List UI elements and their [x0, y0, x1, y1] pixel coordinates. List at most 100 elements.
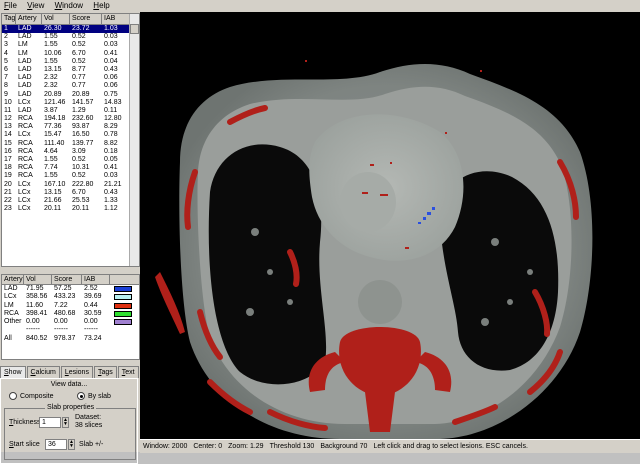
menu-file[interactable]: File [0, 0, 21, 12]
lesion-list[interactable]: Tag Artery Vol Score IAB 1 LAD 26.30 23.72 1… [1, 13, 140, 267]
tab-lesions[interactable]: Lesions [60, 366, 93, 378]
lesion-list-scrollbar[interactable] [129, 14, 139, 266]
lesion-tag: 16 [4, 147, 12, 155]
lesion-artery: RCA [18, 139, 33, 147]
lesion-row[interactable]: 22 LCx 21.66 25.53 1.33 [2, 197, 139, 205]
lesion-row[interactable]: 23 LCx 20.11 20.11 1.12 [2, 205, 139, 213]
total-score: 978.37 [54, 334, 76, 342]
lesion-row[interactable]: 12 RCA 194.18 232.60 12.80 [2, 115, 139, 123]
summary-iab: 0.00 [84, 318, 98, 326]
start-slice-label: Start slice [9, 441, 40, 448]
lesion-iab: 0.43 [104, 65, 118, 73]
by-slab-radio[interactable]: By slab [77, 392, 111, 400]
lesion-score: 0.52 [72, 156, 86, 163]
lesion-row[interactable]: 20 LCx 167.10 222.80 21.21 [2, 181, 139, 189]
start-slice-input[interactable]: 36 [45, 439, 67, 450]
lesion-row[interactable]: 16 RCA 4.64 3.09 0.18 [2, 148, 139, 156]
lesion-row[interactable]: 15 RCA 111.40 139.77 8.82 [2, 140, 139, 148]
thickness-input[interactable]: 1 [39, 417, 61, 428]
menu-view[interactable]: View [23, 0, 48, 12]
summary-header: Artery Vol Score IAB [2, 275, 139, 285]
sum-col-score: Score [52, 275, 82, 284]
lesion-score: 6.70 [72, 188, 86, 196]
composite-radio[interactable]: Composite [9, 392, 53, 400]
tab-calcium[interactable]: Calcium [26, 366, 60, 378]
sum-col-artery: Artery [4, 275, 24, 284]
summary-vol: 0.00 [26, 318, 40, 326]
lesion-iab: 0.43 [104, 188, 118, 196]
lesion-vol: 2.32 [44, 74, 58, 82]
ct-axial-slice[interactable] [140, 12, 640, 439]
lesion-row[interactable]: 11 LAD 3.87 1.29 0.11 [2, 107, 139, 115]
lesion-row[interactable]: 7 LAD 2.32 0.77 0.06 [2, 74, 139, 82]
lesion-row[interactable]: 5 LAD 1.55 0.52 0.04 [2, 58, 139, 66]
col-tag[interactable]: Tag [2, 14, 16, 24]
tab-tags[interactable]: Tags [93, 366, 117, 378]
lesion-row[interactable]: 17 RCA 1.55 0.52 0.05 [2, 156, 139, 164]
lesion-row[interactable]: 2 LAD 1.55 0.52 0.03 [2, 33, 139, 41]
lesion-artery: RCA [18, 115, 33, 123]
lesion-row[interactable]: 6 LAD 13.15 8.77 0.43 [2, 66, 139, 74]
tab-show[interactable]: Show [0, 366, 26, 378]
lesion-score: 232.60 [72, 115, 94, 123]
summary-row: LM 11.60 7.22 0.44 [2, 302, 139, 310]
lesion-iab: 0.41 [104, 49, 118, 57]
total-vol: 840.52 [26, 334, 48, 342]
summary-score: 57.25 [54, 285, 72, 292]
lesion-iab: 1.33 [104, 196, 118, 204]
start-slice-spinner[interactable]: ▲ ▼ [68, 439, 75, 450]
summary-row: Other 0.00 0.00 0.00 [2, 318, 139, 326]
lesion-vol: 1.55 [44, 57, 58, 65]
ct-image-viewer[interactable] [140, 12, 640, 439]
artery-color-swatch[interactable] [114, 311, 132, 318]
lesion-row[interactable]: 10 LCx 121.46 141.57 14.83 [2, 99, 139, 107]
lesion-iab: 0.05 [104, 156, 118, 163]
lesion-vol: 77.36 [44, 123, 62, 131]
status-background: Background 70 [320, 443, 368, 450]
lesion-row[interactable]: 3 LM 1.55 0.52 0.03 [2, 41, 139, 49]
lesion-tag: 23 [4, 205, 12, 213]
col-iab[interactable]: IAB [102, 14, 130, 24]
lesion-row[interactable]: 18 RCA 7.74 10.31 0.41 [2, 164, 139, 172]
summary-iab: 39.69 [84, 293, 102, 301]
lesion-tag: 6 [4, 65, 8, 73]
lesion-vol: 4.64 [44, 147, 58, 155]
scroll-thumb[interactable] [130, 24, 139, 34]
lesion-row[interactable]: 9 LAD 20.89 20.89 0.75 [2, 91, 139, 99]
menu-help[interactable]: Help [89, 0, 113, 12]
lesion-tag: 17 [4, 156, 12, 163]
lesion-row[interactable]: 13 RCA 77.36 93.87 8.29 [2, 123, 139, 131]
lesion-row[interactable]: 14 LCx 15.47 16.50 0.78 [2, 131, 139, 139]
summary-vol: 71.95 [26, 285, 44, 292]
lesion-row[interactable]: 8 LAD 2.32 0.77 0.06 [2, 82, 139, 90]
col-artery[interactable]: Artery [16, 14, 42, 24]
col-vol[interactable]: Vol [42, 14, 70, 24]
lesion-list-header: Tag Artery Vol Score IAB [2, 14, 139, 25]
thickness-spinner[interactable]: ▲ ▼ [62, 417, 69, 428]
lesion-row[interactable]: 1 LAD 26.30 23.72 1.03 [2, 25, 139, 34]
lesion-artery: LAD [18, 25, 32, 32]
artery-color-swatch[interactable] [114, 319, 132, 326]
lesion-score: 3.09 [72, 147, 86, 155]
col-score[interactable]: Score [70, 14, 102, 24]
lesion-vol: 13.15 [44, 188, 62, 196]
menu-window[interactable]: Window [51, 0, 87, 12]
lesion-tag: 4 [4, 49, 8, 57]
lesion-vol: 20.11 [44, 205, 61, 213]
lesion-score: 0.77 [72, 74, 86, 82]
lesion-score: 20.89 [72, 90, 90, 98]
lesion-score: 222.80 [72, 180, 94, 188]
artery-color-swatch[interactable] [114, 294, 132, 301]
lesion-artery: LAD [18, 33, 32, 41]
slab-plus-minus-label: Slab +/- [79, 441, 104, 448]
artery-color-swatch[interactable] [114, 286, 132, 293]
summary-artery: Other [4, 318, 22, 326]
tab-text[interactable]: Text [117, 366, 139, 378]
artery-color-swatch[interactable] [114, 302, 132, 309]
lesion-row[interactable]: 21 LCx 13.15 6.70 0.43 [2, 189, 139, 197]
summary-row: RCA 398.41 480.68 30.59 [2, 310, 139, 318]
lesion-row[interactable]: 4 LM 10.06 6.70 0.41 [2, 50, 139, 58]
summary-score: 480.68 [54, 309, 76, 317]
lesion-row[interactable]: 19 RCA 1.55 0.52 0.03 [2, 172, 139, 180]
summary-artery: LCx [4, 293, 17, 301]
